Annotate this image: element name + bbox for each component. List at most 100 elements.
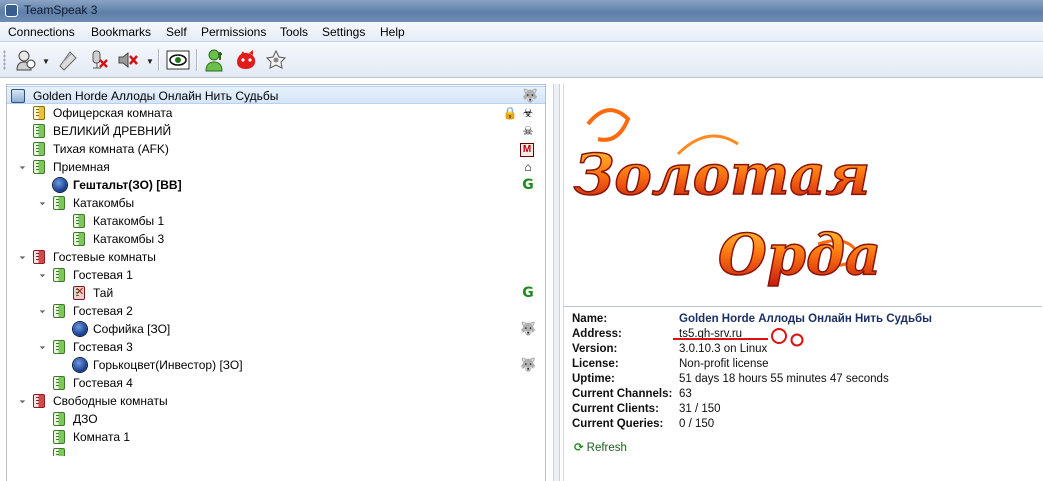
- channels-key: Current Channels:: [572, 388, 673, 400]
- window-title: TeamSpeak 3: [24, 3, 98, 17]
- channel-label: Свободные комнаты: [53, 394, 168, 408]
- tree-channel-row[interactable]: Тай G: [7, 284, 545, 302]
- tree-channel-row[interactable]: Гостевая 1: [7, 266, 545, 284]
- menu-self[interactable]: Self: [166, 25, 187, 39]
- refresh-link[interactable]: ⟳ Refresh: [574, 440, 627, 454]
- teamspeak-logo-icon: [5, 4, 18, 17]
- expand-arrow-icon[interactable]: [36, 268, 46, 278]
- channel-icon: [33, 394, 45, 408]
- menu-tools[interactable]: Tools: [280, 25, 308, 39]
- tree-channel-row[interactable]: Приемная ⌂: [7, 158, 545, 176]
- server-group-icon: 🐺: [520, 321, 537, 336]
- whisper-icon[interactable]: [234, 48, 258, 72]
- name-key: Name:: [572, 313, 608, 325]
- tree-channel-row[interactable]: Гостевая 4: [7, 374, 545, 392]
- banner-line1: Золотая: [574, 142, 870, 208]
- refresh-icon: ⟳: [574, 442, 584, 454]
- channels-value: 63: [679, 388, 692, 400]
- toolbar-separator: [158, 49, 159, 71]
- connect-dropdown-icon[interactable]: ▼: [42, 57, 50, 66]
- address-underline-mark: [673, 338, 768, 340]
- license-value: Non-profit license: [679, 358, 769, 370]
- tree-server-row[interactable]: Golden Horde Аллоды Онлайн Нить Судьбы 🐺: [7, 86, 545, 104]
- mute-speakers-icon[interactable]: [116, 48, 140, 72]
- tree-channel-row[interactable]: Гостевые комнаты: [7, 248, 545, 266]
- tree-channel-row[interactable]: Гостевая 2: [7, 302, 545, 320]
- menu-permissions[interactable]: Permissions: [201, 25, 266, 39]
- version-value: 3.0.10.3 on Linux: [679, 343, 768, 355]
- disconnect-icon[interactable]: [56, 48, 80, 72]
- moderated-icon: M: [520, 143, 534, 157]
- mute-microphone-icon[interactable]: [86, 48, 110, 72]
- menu-settings[interactable]: Settings: [322, 25, 365, 39]
- channel-icon: [33, 160, 45, 174]
- channel-commander-icon[interactable]: [204, 48, 228, 72]
- refresh-label: Refresh: [586, 442, 627, 454]
- menu-connections[interactable]: Connections: [8, 25, 75, 39]
- tree-channel-row[interactable]: Гостевая 3: [7, 338, 545, 356]
- expand-arrow-icon[interactable]: [36, 340, 46, 350]
- channel-label: Гостевая 4: [73, 376, 133, 390]
- tree-channel-row[interactable]: Катакомбы 3: [7, 230, 545, 248]
- contacts-icon[interactable]: [264, 48, 288, 72]
- skull-icon: ☠: [522, 124, 534, 138]
- tree-channel-row-partial[interactable]: [7, 446, 545, 456]
- channel-icon: [73, 214, 85, 228]
- channel-label: Катакомбы 1: [93, 214, 165, 228]
- clients-value: 31 / 150: [679, 403, 721, 415]
- tree-channel-row[interactable]: Свободные комнаты: [7, 392, 545, 410]
- server-name: Golden Horde Аллоды Онлайн Нить Судьбы: [33, 89, 279, 103]
- away-icon[interactable]: [166, 48, 190, 72]
- channel-label: Гостевые комнаты: [53, 250, 156, 264]
- expand-arrow-icon[interactable]: [16, 250, 26, 260]
- title-bar: TeamSpeak 3: [0, 0, 1043, 22]
- channel-icon: [53, 268, 65, 282]
- version-key: Version:: [572, 343, 618, 355]
- tree-channel-row[interactable]: Катакомбы 1: [7, 212, 545, 230]
- toolbar-grip[interactable]: [3, 50, 6, 70]
- speakers-dropdown-icon[interactable]: ▼: [146, 57, 154, 66]
- server-icon: [11, 89, 25, 103]
- tree-channel-row[interactable]: Тихая комната (AFK) M: [7, 140, 545, 158]
- tree-client-row[interactable]: Гештальт(ЗО) [BB] G: [7, 176, 545, 194]
- tree-channel-row[interactable]: Катакомбы: [7, 194, 545, 212]
- channel-icon: [53, 448, 65, 456]
- toolbar-separator: [196, 49, 197, 71]
- queries-key: Current Queries:: [572, 418, 664, 430]
- tree-channel-row[interactable]: ДЗО: [7, 410, 545, 428]
- channel-label: Комната 1: [73, 430, 130, 444]
- expand-arrow-icon[interactable]: [36, 196, 46, 206]
- expand-arrow-icon[interactable]: [16, 160, 26, 170]
- uptime-key: Uptime:: [572, 373, 615, 385]
- tree-channel-row[interactable]: ВЕЛИКИЙ ДРЕВНИЙ ☠: [7, 122, 545, 140]
- queries-value: 0 / 150: [679, 418, 715, 430]
- menu-help[interactable]: Help: [380, 25, 405, 39]
- channel-label: Катакомбы: [73, 196, 135, 210]
- channel-icon: [33, 106, 45, 120]
- uptime-value: 51 days 18 hours 55 minutes 47 seconds: [679, 373, 889, 385]
- license-key: License:: [572, 358, 619, 370]
- expand-arrow-icon[interactable]: [16, 394, 26, 404]
- tree-channel-row[interactable]: Офицерская комната 🔒 ☣: [7, 104, 545, 122]
- server-banner-image: Золотая Орда: [573, 108, 882, 289]
- tree-client-row[interactable]: Софийка [ЗО] 🐺: [7, 320, 545, 338]
- tree-client-row[interactable]: Горькоцвет(Инвестор) [ЗО] 🐺: [7, 356, 545, 374]
- client-status-icon: [73, 358, 87, 372]
- channel-icon: [53, 196, 65, 210]
- address-key: Address:: [572, 328, 622, 340]
- tree-channel-row[interactable]: Комната 1: [7, 428, 545, 446]
- expand-arrow-icon[interactable]: [36, 304, 46, 314]
- channel-tree: Golden Horde Аллоды Онлайн Нить Судьбы 🐺…: [6, 84, 546, 481]
- name-value: Golden Horde Аллоды Онлайн Нить Судьбы: [679, 313, 932, 325]
- server-group-icon: 🐺: [520, 357, 537, 372]
- client-label: Горькоцвет(Инвестор) [ЗО]: [93, 358, 243, 372]
- connect-icon[interactable]: [14, 48, 38, 72]
- channel-label: Гостевая 1: [73, 268, 133, 282]
- channel-icon: [53, 430, 65, 444]
- pane-splitter[interactable]: [553, 84, 560, 481]
- channel-label: Гостевая 3: [73, 340, 133, 354]
- server-group-icon: 🐺: [522, 88, 539, 103]
- menu-bookmarks[interactable]: Bookmarks: [91, 25, 151, 39]
- client-status-icon: [73, 322, 87, 336]
- channel-icon: [33, 124, 45, 138]
